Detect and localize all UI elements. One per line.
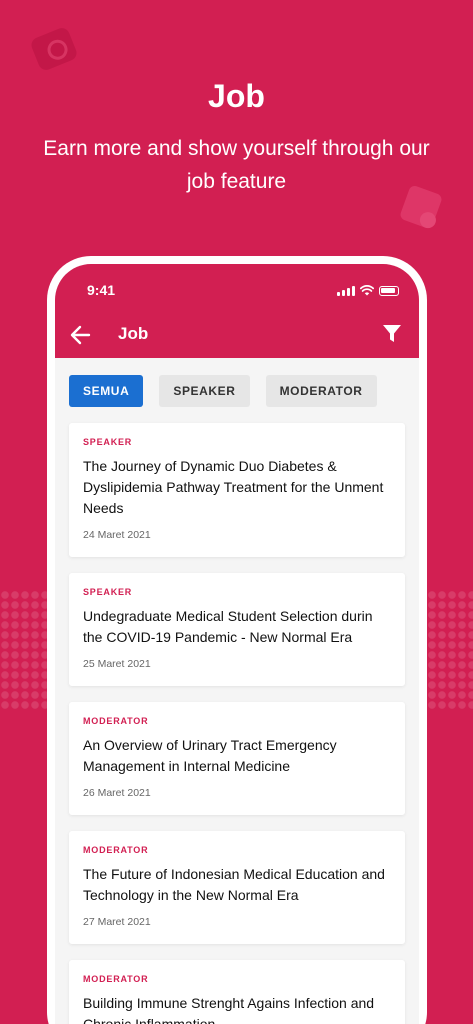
job-role-tag: MODERATOR [83, 845, 149, 855]
filter-tab-speaker[interactable]: SPEAKER [159, 375, 250, 407]
app-screen: 9:41 Job SEMUA SPEAKER MODERATOR SPEAKER… [55, 264, 419, 1024]
job-card[interactable]: SPEAKER Undegraduate Medical Student Sel… [69, 573, 405, 686]
job-title: Building Immune Strenght Agains Infectio… [83, 995, 375, 1024]
job-title: The Future of Indonesian Medical Educati… [83, 866, 385, 903]
job-role-tag: MODERATOR [83, 716, 149, 726]
status-icons [337, 284, 399, 296]
job-role-tag: MODERATOR [83, 974, 149, 984]
filter-tabs: SEMUA SPEAKER MODERATOR [55, 358, 419, 407]
job-title: An Overview of Urinary Tract Emergency M… [83, 737, 337, 774]
job-card[interactable]: MODERATOR The Future of Indonesian Medic… [69, 831, 405, 944]
filter-icon[interactable] [382, 324, 402, 344]
job-card[interactable]: MODERATOR An Overview of Urinary Tract E… [69, 702, 405, 815]
job-title: The Journey of Dynamic Duo Diabetes & Dy… [83, 458, 384, 516]
battery-icon [379, 286, 399, 296]
job-date: 25 Maret 2021 [83, 658, 151, 670]
hero-subtitle: Earn more and show yourself through our … [43, 137, 430, 193]
decorative-briefcase-icon [29, 25, 79, 73]
wifi-icon [360, 285, 374, 296]
arrow-left-icon[interactable] [69, 324, 91, 346]
job-list: SPEAKER The Journey of Dynamic Duo Diabe… [55, 407, 419, 1024]
job-role-tag: SPEAKER [83, 437, 133, 447]
job-card[interactable]: SPEAKER The Journey of Dynamic Duo Diabe… [69, 423, 405, 557]
job-role-tag: SPEAKER [83, 587, 133, 597]
job-card[interactable]: MODERATOR Building Immune Strenght Again… [69, 960, 405, 1024]
job-date: 27 Maret 2021 [83, 916, 151, 928]
job-date: 24 Maret 2021 [83, 529, 151, 541]
filter-tab-moderator[interactable]: MODERATOR [265, 375, 377, 407]
status-time: 9:41 [87, 282, 116, 298]
app-bar: 9:41 Job [55, 264, 419, 358]
signal-icon [337, 286, 355, 296]
filter-tab-semua[interactable]: SEMUA [69, 375, 144, 407]
hero-title: Job [208, 78, 265, 114]
job-date: 26 Maret 2021 [83, 787, 151, 799]
phone-frame: 9:41 Job SEMUA SPEAKER MODERATOR SPEAKER… [47, 256, 427, 1024]
page-title: Job [118, 324, 149, 343]
job-title: Undegraduate Medical Student Selection d… [83, 608, 373, 645]
